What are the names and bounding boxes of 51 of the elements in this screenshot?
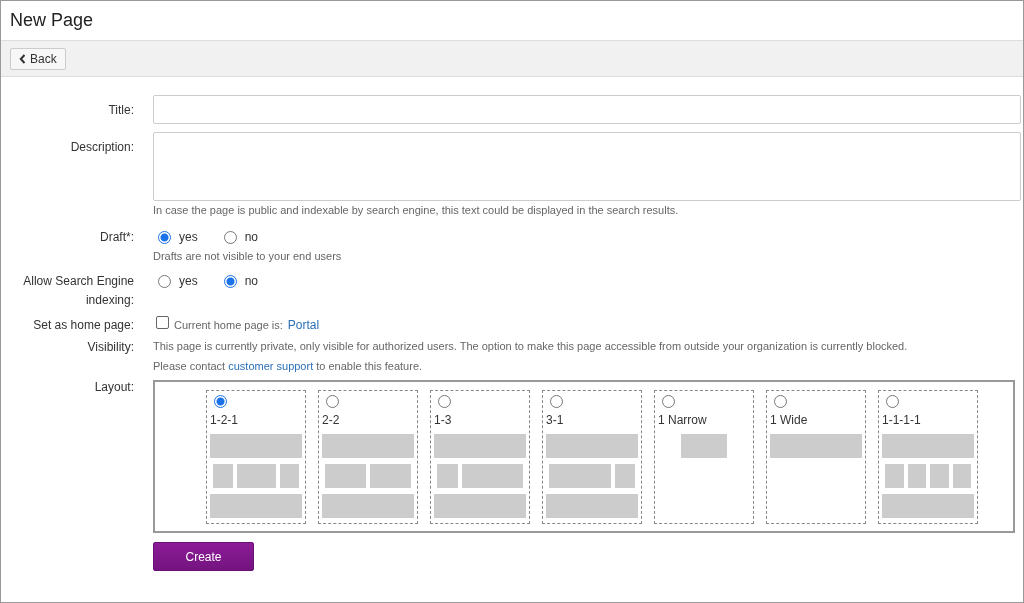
layout-option[interactable]: 1 Narrow	[654, 390, 754, 524]
layout-option[interactable]: 3-1	[542, 390, 642, 524]
help-text: Drafts are not visible to your end users	[153, 250, 343, 262]
create-button[interactable]: Create	[153, 542, 254, 571]
title-input[interactable]	[153, 95, 1021, 124]
field-label: Draft*:	[100, 230, 134, 244]
layout-name: 3-1	[546, 413, 564, 427]
radio-button[interactable]	[223, 230, 237, 244]
field-label: indexing:	[85, 292, 134, 309]
visibility-text: This page is currently private, only visible for authorized users. The option to make this page accessible from outside your organization is currently blocked.	[153, 340, 909, 352]
radio-button[interactable]	[326, 395, 339, 408]
radio-label: no	[244, 230, 259, 244]
radio-button[interactable]	[158, 274, 171, 288]
portal-link[interactable]: Portal	[287, 318, 320, 332]
back-button[interactable]: Back	[10, 47, 66, 70]
layout-option[interactable]: 1-2-1	[206, 390, 306, 524]
radio-button[interactable]	[774, 395, 787, 408]
radio-button[interactable]	[214, 395, 227, 408]
field-label: Allow Search Engine	[23, 273, 134, 290]
checkbox-label: Current home page is:	[174, 319, 283, 331]
layout-option[interactable]: 1-1-1-1	[878, 390, 978, 524]
description-input[interactable]	[153, 132, 1021, 201]
field-label: Description:	[70, 140, 134, 154]
help-text: In case the page is public and indexable by search engine, this text could be displayed in the search results.	[153, 204, 680, 216]
field-label: Title:	[108, 103, 134, 117]
layout-name: 1-3	[434, 413, 452, 427]
page-title: New Page	[10, 10, 94, 31]
layout-name: 2-2	[322, 413, 340, 427]
radio-button[interactable]	[886, 395, 899, 408]
radio-button[interactable]	[662, 395, 675, 408]
layout-option[interactable]: 1 Wide	[766, 390, 866, 524]
radio-label: no	[244, 274, 259, 288]
radio-label: yes	[179, 274, 198, 288]
layout-option[interactable]: 2-2	[318, 390, 418, 524]
radio-button[interactable]	[550, 395, 563, 408]
layout-option[interactable]: 1-3	[430, 390, 530, 524]
radio-button[interactable]	[438, 395, 451, 408]
layout-name: 1-1-1-1	[882, 413, 921, 427]
radio-label: yes	[179, 230, 198, 244]
contact-text: Please contact customer support to enable this feature.	[153, 360, 424, 372]
checkbox[interactable]	[156, 315, 169, 329]
support-link[interactable]: customer support	[228, 360, 314, 372]
radio-button[interactable]	[158, 230, 171, 244]
field-label: Set as home page:	[33, 318, 134, 332]
field-label: Visibility:	[87, 340, 134, 354]
chevron-left-icon	[19, 53, 26, 64]
layout-name: 1-2-1	[210, 413, 238, 427]
field-label: Layout:	[94, 380, 134, 394]
layout-name: 1 Wide	[770, 413, 808, 427]
layout-name: 1 Narrow	[658, 413, 707, 427]
radio-button[interactable]	[223, 274, 237, 288]
